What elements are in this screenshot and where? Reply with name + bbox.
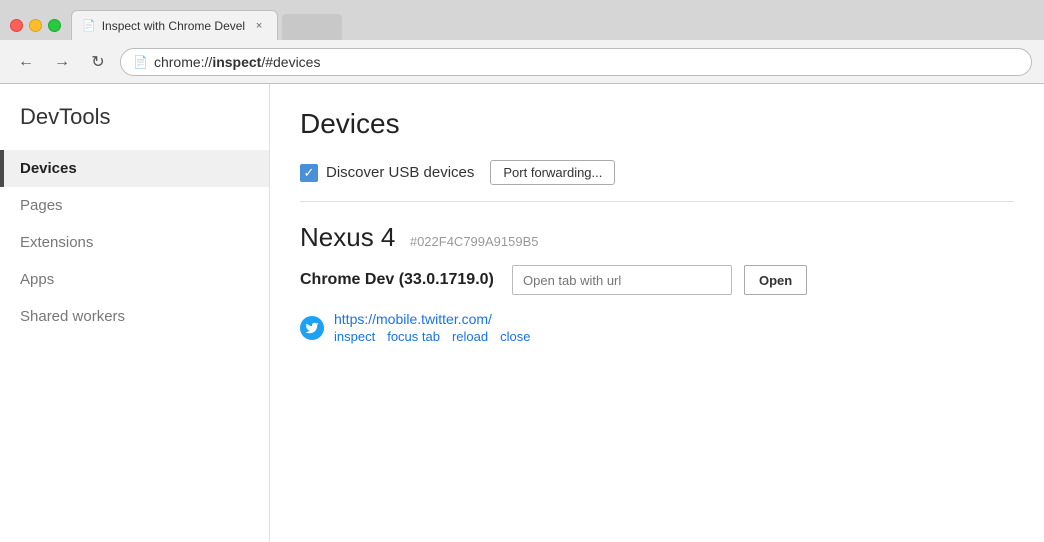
- tab-url[interactable]: https://mobile.twitter.com/: [334, 311, 530, 327]
- traffic-lights: [10, 19, 61, 32]
- nav-bar: ← → ↻ 📄 chrome://inspect/#devices: [0, 40, 1044, 84]
- discover-usb-checkbox[interactable]: ✓: [300, 164, 318, 182]
- browser-name: Chrome Dev (33.0.1719.0): [300, 271, 500, 289]
- device-header: Nexus 4 #022F4C799A9159B5: [300, 222, 1014, 253]
- page-icon: 📄: [133, 55, 148, 69]
- minimize-button[interactable]: [29, 19, 42, 32]
- tab-page-icon: 📄: [82, 19, 96, 32]
- page-content: DevTools Devices Pages Extensions Apps S…: [0, 84, 1044, 542]
- twitter-icon: [300, 316, 324, 340]
- forward-button[interactable]: →: [48, 48, 76, 76]
- reload-action[interactable]: reload: [452, 329, 488, 344]
- sidebar-item-pages[interactable]: Pages: [0, 187, 269, 224]
- browser-row: Chrome Dev (33.0.1719.0) Open: [300, 265, 1014, 295]
- sidebar-item-devices[interactable]: Devices: [0, 150, 269, 187]
- device-name: Nexus 4: [300, 222, 395, 252]
- checkmark-icon: ✓: [304, 166, 315, 179]
- discover-usb-label[interactable]: ✓ Discover USB devices: [300, 164, 474, 182]
- maximize-button[interactable]: [48, 19, 61, 32]
- open-tab-url-input[interactable]: [512, 265, 732, 295]
- back-button[interactable]: ←: [12, 48, 40, 76]
- close-action[interactable]: close: [500, 329, 530, 344]
- address-text: chrome://inspect/#devices: [154, 54, 321, 70]
- tab-row: https://mobile.twitter.com/ inspect focu…: [300, 311, 1014, 344]
- port-forwarding-button[interactable]: Port forwarding...: [490, 160, 615, 185]
- tab-close-button[interactable]: ×: [251, 18, 267, 34]
- sidebar-item-apps[interactable]: Apps: [0, 261, 269, 298]
- discover-usb-text: Discover USB devices: [326, 164, 474, 181]
- tab-actions: inspect focus tab reload close: [334, 329, 530, 344]
- sidebar-item-shared-workers[interactable]: Shared workers: [0, 298, 269, 335]
- sidebar-title: DevTools: [0, 104, 269, 150]
- sidebar: DevTools Devices Pages Extensions Apps S…: [0, 84, 270, 542]
- close-button[interactable]: [10, 19, 23, 32]
- address-bold: inspect: [212, 54, 261, 70]
- chrome-window: 📄 Inspect with Chrome Devel × ← → ↻ 📄 ch…: [0, 0, 1044, 542]
- discover-row: ✓ Discover USB devices Port forwarding..…: [300, 160, 1014, 202]
- new-tab-area: [282, 14, 342, 40]
- open-tab-button[interactable]: Open: [744, 265, 807, 295]
- address-bar[interactable]: 📄 chrome://inspect/#devices: [120, 48, 1032, 76]
- device-id: #022F4C799A9159B5: [410, 234, 539, 249]
- reload-button[interactable]: ↻: [84, 48, 112, 76]
- title-bar: 📄 Inspect with Chrome Devel ×: [0, 0, 1044, 40]
- active-tab[interactable]: 📄 Inspect with Chrome Devel ×: [71, 10, 278, 40]
- inspect-action[interactable]: inspect: [334, 329, 375, 344]
- tab-title: Inspect with Chrome Devel: [102, 19, 245, 33]
- tab-info: https://mobile.twitter.com/ inspect focu…: [334, 311, 530, 344]
- sidebar-item-extensions[interactable]: Extensions: [0, 224, 269, 261]
- focus-tab-action[interactable]: focus tab: [387, 329, 440, 344]
- main-content: Devices ✓ Discover USB devices Port forw…: [270, 84, 1044, 542]
- page-title: Devices: [300, 108, 1014, 140]
